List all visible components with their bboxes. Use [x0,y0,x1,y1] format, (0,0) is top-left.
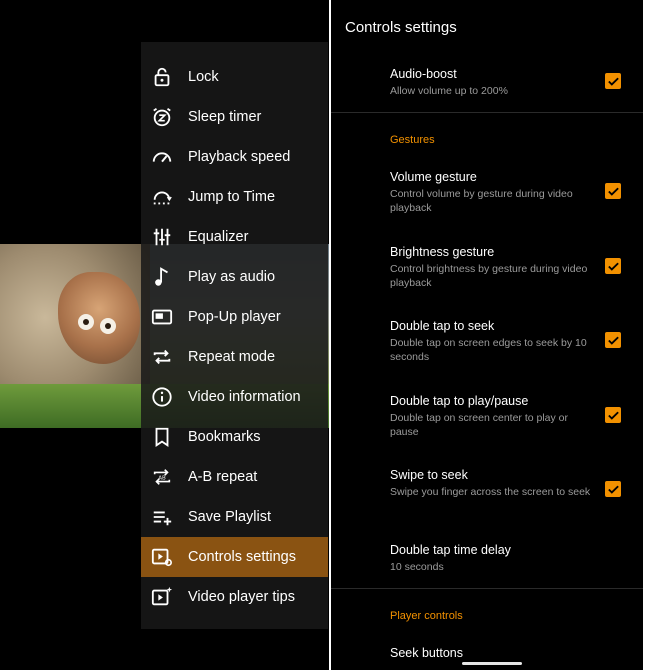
speedometer-icon [151,146,173,168]
music-note-icon [151,266,173,288]
setting-subtitle: Control volume by gesture during video p… [390,188,573,214]
menu-item-label: Bookmarks [188,429,261,445]
double-tap-seek-checkbox[interactable] [605,332,621,348]
checkmark-icon [607,262,619,271]
menu-item-playback-speed[interactable]: Playback speed [141,137,328,177]
menu-item-label: Controls settings [188,549,296,565]
setting-title: Audio-boost [390,67,457,81]
menu-item-repeat-mode[interactable]: Repeat mode [141,337,328,377]
bookmark-icon [151,426,173,448]
setting-title: Swipe to seek [390,468,468,482]
menu-item-label: Sleep timer [188,109,262,125]
playlist-add-icon [151,506,173,528]
video-squirrel-eye [100,318,116,334]
video-squirrel-eye [78,314,94,330]
setting-value: 10 seconds [390,561,444,573]
menu-item-controls-settings[interactable]: Controls settings [141,537,328,577]
setting-subtitle: Swipe you finger across the screen to se… [390,486,591,498]
sleep-timer-icon [151,106,173,128]
menu-item-label: Repeat mode [188,349,276,365]
menu-item-video-information[interactable]: Video information [141,377,328,417]
menu-item-play-as-audio[interactable]: Play as audio [141,257,328,297]
jump-to-time-icon [151,186,173,208]
menu-item-label: Pop-Up player [188,309,281,325]
menu-item-label: Playback speed [188,149,291,165]
checkmark-icon [607,411,619,420]
menu-item-popup-player[interactable]: Pop-Up player [141,297,328,337]
section-header-gestures: Gestures [390,134,435,146]
controls-settings-icon [151,546,173,568]
brightness-gesture-checkbox[interactable] [605,258,621,274]
menu-item-jump-to-time[interactable]: Jump to Time [141,177,328,217]
svg-text:AB: AB [158,475,166,481]
menu-item-ab-repeat[interactable]: AB A-B repeat [141,457,328,497]
controls-settings-panel: Controls settings Audio-boost Allow volu… [331,0,643,670]
menu-item-label: Save Playlist [188,509,272,525]
setting-title: Double tap time delay [390,543,511,557]
equalizer-icon [151,226,173,248]
menu-item-label: Lock [188,69,219,85]
setting-subtitle: Double tap on screen edges to seek by 10… [390,337,587,363]
menu-item-label: Play as audio [188,269,276,285]
menu-item-sleep-timer[interactable]: Sleep timer [141,97,328,137]
audio-boost-checkbox[interactable] [605,73,621,89]
section-header-player-controls: Player controls [390,610,463,622]
setting-title: Double tap to play/pause [390,394,529,408]
checkmark-icon [607,187,619,196]
info-icon [151,386,173,408]
checkmark-icon [607,77,619,86]
popup-player-icon [151,306,173,328]
player-panel: Lock Sleep timer Playback speed Jump to … [0,0,329,670]
repeat-icon [151,346,173,368]
menu-item-label: A-B repeat [188,469,258,485]
menu-item-label: Video information [188,389,301,405]
menu-item-video-player-tips[interactable]: Video player tips [141,577,328,617]
setting-title: Seek buttons [390,646,463,660]
swipe-to-seek-checkbox[interactable] [605,481,621,497]
lock-icon [151,66,173,88]
menu-item-bookmarks[interactable]: Bookmarks [141,417,328,457]
menu-item-label: Video player tips [188,589,295,605]
menu-item-equalizer[interactable]: Equalizer [141,217,328,257]
menu-item-save-playlist[interactable]: Save Playlist [141,497,328,537]
home-indicator [462,662,522,665]
menu-item-label: Equalizer [188,229,249,245]
setting-subtitle: Double tap on screen center to play or p… [390,412,569,438]
checkmark-icon [607,336,619,345]
setting-title: Brightness gesture [390,245,495,259]
divider [331,588,643,589]
setting-title: Volume gesture [390,170,477,184]
setting-subtitle: Allow volume up to 200% [390,85,508,97]
checkmark-icon [607,485,619,494]
menu-item-label: Jump to Time [188,189,276,205]
ab-repeat-icon: AB [151,466,173,488]
player-options-menu: Lock Sleep timer Playback speed Jump to … [141,42,328,629]
setting-title: Double tap to seek [390,319,495,333]
divider [331,112,643,113]
setting-subtitle: Control brightness by gesture during vid… [390,263,588,289]
video-tips-icon [151,586,173,608]
volume-gesture-checkbox[interactable] [605,183,621,199]
double-tap-play-pause-checkbox[interactable] [605,407,621,423]
page-title: Controls settings [345,19,457,36]
menu-item-lock[interactable]: Lock [141,57,328,97]
